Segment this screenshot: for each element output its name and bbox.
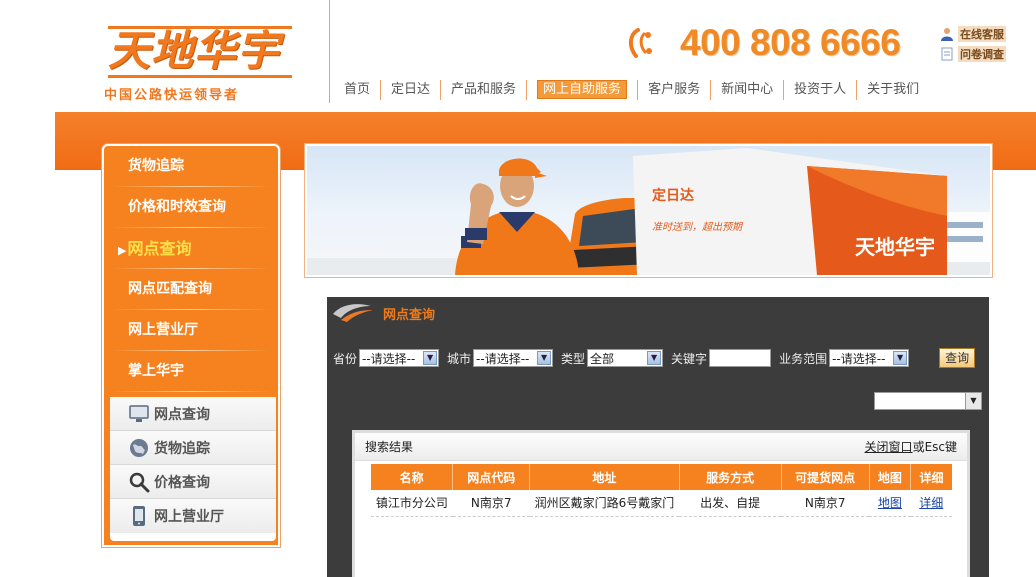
online-service-link[interactable]: 在线客服 xyxy=(940,24,1006,44)
sidebar-item-price-time-query[interactable]: 价格和时效查询 xyxy=(104,187,278,228)
keyword-label: 关键字 xyxy=(671,351,708,366)
panel-header: 网点查询 xyxy=(327,297,989,329)
chevron-down-icon: ▼ xyxy=(423,351,438,365)
results-title: 搜索结果 xyxy=(365,440,414,454)
extra-select[interactable]: ▼ xyxy=(874,392,982,410)
chevron-down-icon: ▼ xyxy=(893,351,908,365)
header-divider xyxy=(329,0,330,103)
city-select[interactable]: --请选择-- ▼ xyxy=(473,349,554,367)
cell-name: 镇江市分公司 xyxy=(371,490,453,517)
quick-branch-query[interactable]: 网点查询 xyxy=(110,397,276,431)
sidebar-item-online-hall[interactable]: 网上营业厅 xyxy=(104,310,278,351)
column-header-code: 网点代码 xyxy=(452,464,531,490)
province-label: 省份 xyxy=(333,351,358,366)
truck-brand-text: 定日达 xyxy=(652,187,694,204)
swoosh-logo-icon xyxy=(333,304,373,322)
chevron-down-icon: ▼ xyxy=(965,393,981,409)
column-header-detail: 详细 xyxy=(910,464,952,490)
close-hint: 或Esc键 xyxy=(912,440,957,454)
hero-banner: 定日达 准时送到，超出预期 天地华宇 xyxy=(305,144,992,277)
survey-link[interactable]: 问卷调查 xyxy=(940,44,1006,64)
cell-service: 出发、自提 xyxy=(679,490,782,517)
quick-cargo-tracking[interactable]: 货物追踪 xyxy=(110,431,276,465)
logo-wordmark: 天地华宇 xyxy=(108,22,292,80)
mobile-phone-icon xyxy=(133,506,145,526)
nav-invest-people[interactable]: 投资于人 xyxy=(784,80,858,100)
cell-detail: 详细 xyxy=(910,490,952,517)
nav-customer-service[interactable]: 客户服务 xyxy=(638,80,712,100)
magnifier-icon xyxy=(129,472,150,492)
province-select[interactable]: --请选择-- ▼ xyxy=(359,349,440,367)
logo-slogan: 中国公路快运领导者 xyxy=(104,88,240,103)
truck-logo-text: 天地华宇 xyxy=(855,235,935,259)
chevron-down-icon: ▼ xyxy=(537,351,552,365)
cell-map: 地图 xyxy=(869,490,911,517)
truck-slogan-text: 准时送到，超出预期 xyxy=(652,221,744,233)
search-results-window: 搜索结果 关闭窗口或Esc键 名称 网点代码 地址 服务方式 可提货网点 地图 … xyxy=(352,430,970,577)
nav-dingrida[interactable]: 定日达 xyxy=(381,80,442,100)
search-button[interactable]: 查询 xyxy=(939,348,976,368)
monitor-icon xyxy=(129,404,149,422)
sidebar-item-branch-match-query[interactable]: 网点匹配查询 xyxy=(104,269,278,310)
top-navigation: 首页 定日达 产品和服务 网上自助服务 客户服务 新闻中心 投资于人 关于我们 xyxy=(334,79,929,101)
delivery-truck-illustration: 定日达 准时送到，超出预期 天地华宇 xyxy=(307,148,990,275)
sidebar-item-branch-query[interactable]: 网点查询 xyxy=(104,228,278,269)
phone-icon xyxy=(624,26,658,60)
detail-link[interactable]: 详细 xyxy=(919,496,943,510)
scope-label: 业务范围 xyxy=(779,351,828,366)
nav-online-self-service[interactable]: 网上自助服务 xyxy=(527,80,639,100)
hotline-number: 400 808 6666 xyxy=(680,22,901,63)
results-header-row: 名称 网点代码 地址 服务方式 可提货网点 地图 详细 xyxy=(371,464,952,490)
cell-pickup: N南京7 xyxy=(781,490,870,517)
business-scope-select[interactable]: --请选择-- ▼ xyxy=(829,349,910,367)
sidebar-item-mobile-huayu[interactable]: 掌上华宇 xyxy=(104,351,278,392)
type-select[interactable]: 全部 ▼ xyxy=(587,349,664,367)
results-close: 关闭窗口或Esc键 xyxy=(865,438,957,455)
globe-icon xyxy=(130,438,148,457)
branch-query-panel: 网点查询 省份 --请选择-- ▼ 城市 --请选择-- ▼ 类型 全部 ▼ 关… xyxy=(327,297,989,577)
keyword-input[interactable] xyxy=(709,349,772,367)
city-label: 城市 xyxy=(447,351,472,366)
sidebar-quick-panel: 网点查询 货物追踪 价格查询 网上营业厅 xyxy=(110,397,276,541)
survey-document-icon xyxy=(941,47,953,61)
quick-online-hall[interactable]: 网上营业厅 xyxy=(110,499,276,533)
close-window-link[interactable]: 关闭窗口 xyxy=(865,440,913,454)
column-header-name: 名称 xyxy=(371,464,454,490)
quick-links: 在线客服 问卷调查 xyxy=(940,24,1006,64)
table-row: 镇江市分公司 N南京7 润州区戴家门路6号戴家门 出发、自提 N南京7 地图 详… xyxy=(371,490,952,517)
panel-title: 网点查询 xyxy=(383,307,436,323)
nav-about-us[interactable]: 关于我们 xyxy=(857,80,929,100)
column-header-pickup: 可提货网点 xyxy=(781,464,870,490)
column-header-service: 服务方式 xyxy=(679,464,782,490)
company-logo[interactable]: 天地华宇 中国公路快运领导者 xyxy=(100,14,300,104)
map-link[interactable]: 地图 xyxy=(878,496,902,510)
type-label: 类型 xyxy=(561,351,586,366)
sidebar-item-cargo-tracking[interactable]: 货物追踪 xyxy=(104,146,278,187)
results-header: 搜索结果 关闭窗口或Esc键 xyxy=(355,433,967,461)
customer-service-icon xyxy=(941,28,953,41)
sidebar: 货物追踪 价格和时效查询 网点查询 网点匹配查询 网上营业厅 掌上华宇 网点查询… xyxy=(102,144,280,547)
nav-news-center[interactable]: 新闻中心 xyxy=(711,80,785,100)
cell-code: N南京7 xyxy=(452,490,530,517)
column-header-address: 地址 xyxy=(529,464,680,490)
results-table: 名称 网点代码 地址 服务方式 可提货网点 地图 详细 镇江市分公司 N南京7 … xyxy=(371,464,952,517)
quick-price-query[interactable]: 价格查询 xyxy=(110,465,276,499)
nav-home[interactable]: 首页 xyxy=(334,80,382,100)
nav-products-services[interactable]: 产品和服务 xyxy=(441,80,528,100)
chevron-down-icon: ▼ xyxy=(647,351,662,365)
cell-address: 润州区戴家门路6号戴家门 xyxy=(529,490,680,517)
search-filters: 省份 --请选择-- ▼ 城市 --请选择-- ▼ 类型 全部 ▼ 关键字 业务… xyxy=(333,347,976,369)
hotline: 400 808 6666 xyxy=(624,22,901,64)
column-header-map: 地图 xyxy=(869,464,912,490)
